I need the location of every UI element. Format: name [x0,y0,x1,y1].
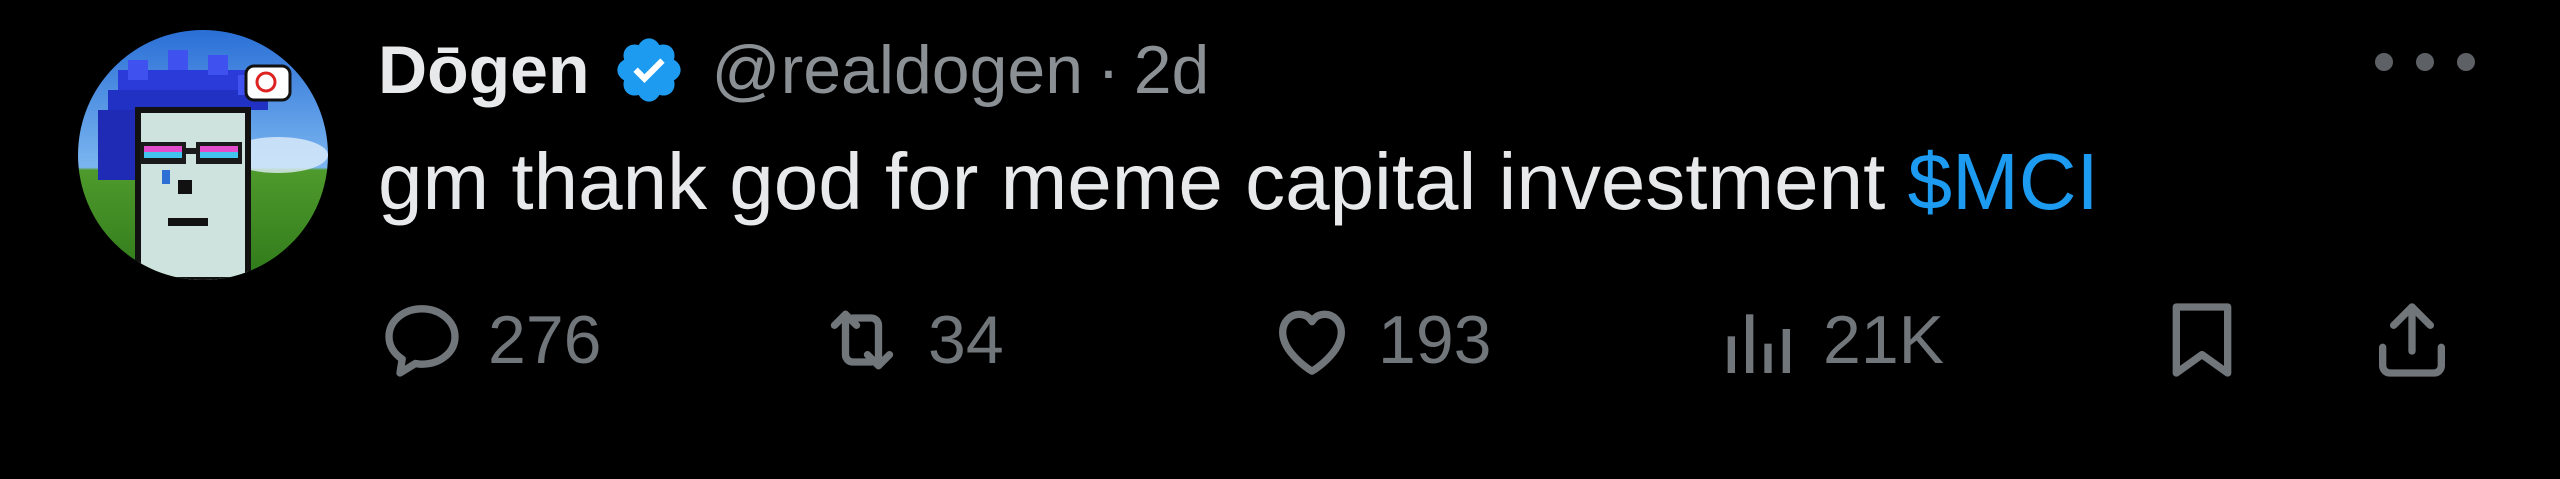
more-dot [2416,53,2434,71]
author-name[interactable]: Dōgen [378,31,590,109]
views-button[interactable]: 21K [1713,285,1944,395]
separator: · [1097,32,1120,108]
more-icon[interactable] [2375,42,2475,82]
bookmark-button[interactable] [2158,285,2246,395]
tweet-body: gm thank god for meme capital investment [378,137,1886,226]
reply-icon [378,296,466,384]
cashtag-link[interactable]: $MCI [1908,137,2099,226]
tweet-text: gm thank god for meme capital investment… [378,132,2099,232]
views-icon [1713,296,1801,384]
more-dot [2457,53,2475,71]
views-count: 21K [1823,302,1944,378]
tweet[interactable]: Dōgen @realdogen · 2d gm thank god for m… [0,0,2560,479]
reply-count: 276 [488,302,602,378]
repost-count: 34 [928,302,1004,378]
like-count: 193 [1378,302,1492,378]
bookmark-icon [2158,292,2246,388]
verified-badge-icon[interactable] [612,33,686,107]
avatar[interactable] [78,30,328,280]
action-bar: 276 34 193 21K [378,285,2468,395]
like-icon [1268,296,1356,384]
share-icon [2368,296,2456,384]
tweet-header: Dōgen @realdogen · 2d [378,30,1209,110]
reply-button[interactable]: 276 [378,285,601,395]
author-handle[interactable]: @realdogen [712,31,1084,109]
timestamp[interactable]: 2d [1134,31,1210,109]
like-button[interactable]: 193 [1268,285,1491,395]
share-button[interactable] [2368,285,2456,395]
repost-button[interactable]: 34 [818,285,1004,395]
repost-icon [818,296,906,384]
more-dot [2375,53,2393,71]
